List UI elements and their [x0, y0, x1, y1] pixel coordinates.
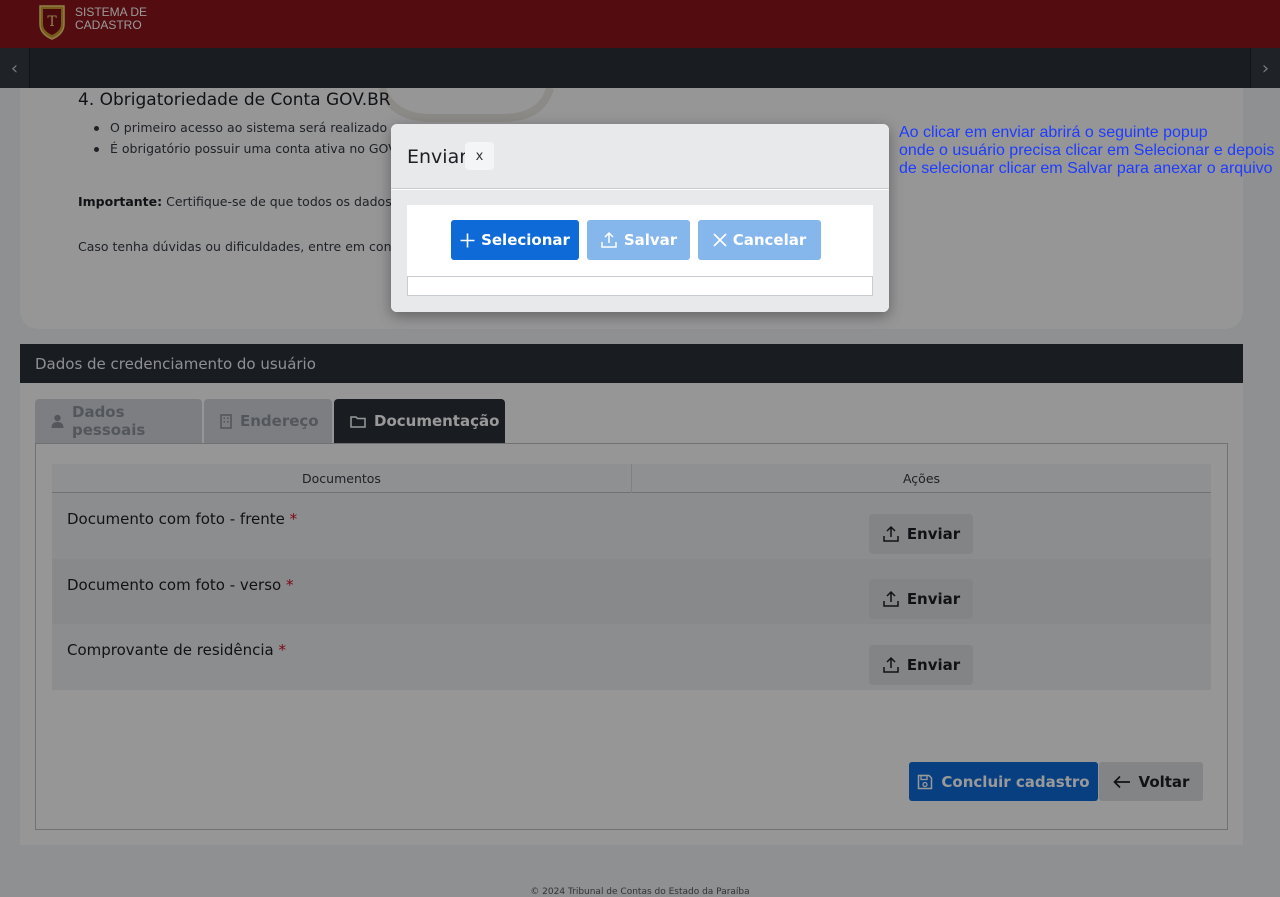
dialog-title: Enviar: [407, 146, 468, 168]
select-file-button[interactable]: Selecionar: [451, 220, 579, 260]
upload-icon: [600, 231, 618, 249]
annotation-line: Ao clicar em enviar abrirá o seguinte po…: [899, 124, 1208, 141]
annotation-line: de selecionar clicar em Salvar para anex…: [899, 160, 1273, 177]
save-label: Salvar: [623, 231, 678, 249]
annotation-note: Ao clicar em enviar abrirá o seguinte po…: [899, 124, 1274, 178]
plus-icon: [460, 233, 475, 248]
annotation-line: onde o usuário precisa clicar em Selecio…: [899, 142, 1275, 159]
dialog-close-button[interactable]: x: [465, 142, 494, 170]
cancel-upload-button[interactable]: Cancelar: [698, 220, 821, 260]
select-label: Selecionar: [481, 231, 570, 249]
upload-dialog: Enviar x Selecionar Salvar Cancelar: [391, 124, 889, 312]
file-list-area[interactable]: [407, 276, 873, 296]
save-upload-button[interactable]: Salvar: [587, 220, 690, 260]
cancel-label: Cancelar: [732, 231, 807, 249]
close-icon: [713, 233, 727, 247]
